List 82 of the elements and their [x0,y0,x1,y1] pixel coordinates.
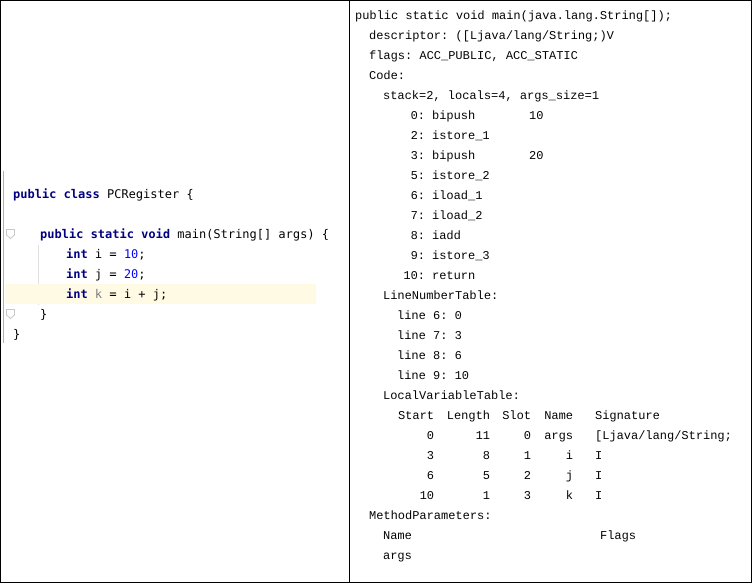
code-token: i = [94,247,118,261]
code-token: int [66,287,89,301]
instruction-opcode: bipush [432,148,476,165]
code-token: = i + j; [108,287,168,301]
table-cell-text: I [595,448,602,465]
bytecode-line: stack=2, locals=4, args_size=1 [383,88,600,105]
bytecode-line: line 8: 6 [397,348,462,365]
code-token: 20 [124,267,138,281]
table-cell-text: I [595,468,602,485]
fold-icon[interactable] [6,309,15,319]
table-cell-text: j [564,468,573,485]
bytecode-line: MethodParameters: [369,508,492,525]
method-signature: public static void main(java.lang.String[]); [355,8,672,25]
code-token: PCRegister { [106,187,194,201]
code-token: ; [138,267,146,281]
fold-icon[interactable] [6,229,15,239]
column-header: Length [446,408,490,425]
code-token: void [141,227,172,241]
bytecode-line: line 9: 10 [397,368,470,385]
code-token: class [64,187,101,201]
column-header: Slot [501,408,531,425]
bytecode-line: line 6: 0 [397,308,462,325]
instruction-opcode: iadd [432,228,462,245]
table-cell-text: 1 [482,488,490,505]
bytecode-line: LocalVariableTable: [383,388,520,405]
table-cell-text: args [383,548,413,565]
code-token: int [66,267,89,281]
column-header: Start [397,408,434,425]
instruction-opcode: istore_1 [432,128,491,145]
code-token: int [66,247,89,261]
instruction-offset: 7: [410,208,425,225]
instruction-operand: 20 [529,148,544,165]
instruction-opcode: bipush [432,108,476,125]
instruction-offset: 0: [410,108,425,125]
column-header: Flags [600,528,636,545]
instruction-opcode: iload_1 [432,188,484,205]
table-cell-text: [Ljava/lang/String; [595,428,732,445]
bytecode-line: descriptor: ([Ljava/lang/String;)V [369,28,614,45]
code-token: ; [138,247,146,261]
instruction-opcode: iload_2 [432,208,484,225]
column-header: Signature [595,408,660,425]
instruction-opcode: return [432,268,476,285]
instruction-offset: 8: [410,228,425,245]
code-token: k [94,287,102,301]
bytecode-line: Code: [369,68,406,85]
code-token: static [90,227,135,241]
table-cell-text: 11 [474,428,490,445]
table-cell-text: 8 [482,448,490,465]
table-cell-text: 6 [426,468,434,485]
table-cell-text: I [595,488,602,505]
table-cell-text: 0 [426,428,434,445]
instruction-offset: 2: [410,128,425,145]
instruction-offset: 10: [402,268,425,285]
bytecode-line: flags: ACC_PUBLIC, ACC_STATIC [369,48,578,65]
code-token: public [13,187,58,201]
instruction-opcode: istore_3 [432,248,491,265]
table-cell-text: 3 [426,448,434,465]
column-header: Name [543,408,573,425]
table-cell-text: 3 [522,488,531,505]
instruction-offset: 9: [410,248,425,265]
bytecode-line: line 7: 3 [397,328,462,345]
code-token: j = [94,267,118,281]
instruction-offset: 3: [410,148,425,165]
column-header: Name [383,528,413,545]
table-cell-text: 0 [522,428,531,445]
instruction-offset: 5: [410,168,425,185]
table-cell-text: 5 [482,468,490,485]
table-cell-text: 2 [522,468,531,485]
code-token: public [40,227,84,241]
code-token: } [13,327,20,341]
instruction-opcode: istore_2 [432,168,491,185]
bytecode-line: LineNumberTable: [383,288,498,305]
code-token: main(String[] args) { [177,227,329,241]
code-token: 10 [124,247,138,261]
table-cell-text: 1 [522,448,531,465]
code-token: } [40,307,48,321]
instruction-offset: 6: [410,188,425,205]
table-cell-text: 10 [418,488,434,505]
instruction-operand: 10 [529,108,544,125]
table-cell-text: i [564,448,573,465]
table-cell-text: args [543,428,573,445]
table-cell-text: k [564,488,573,505]
